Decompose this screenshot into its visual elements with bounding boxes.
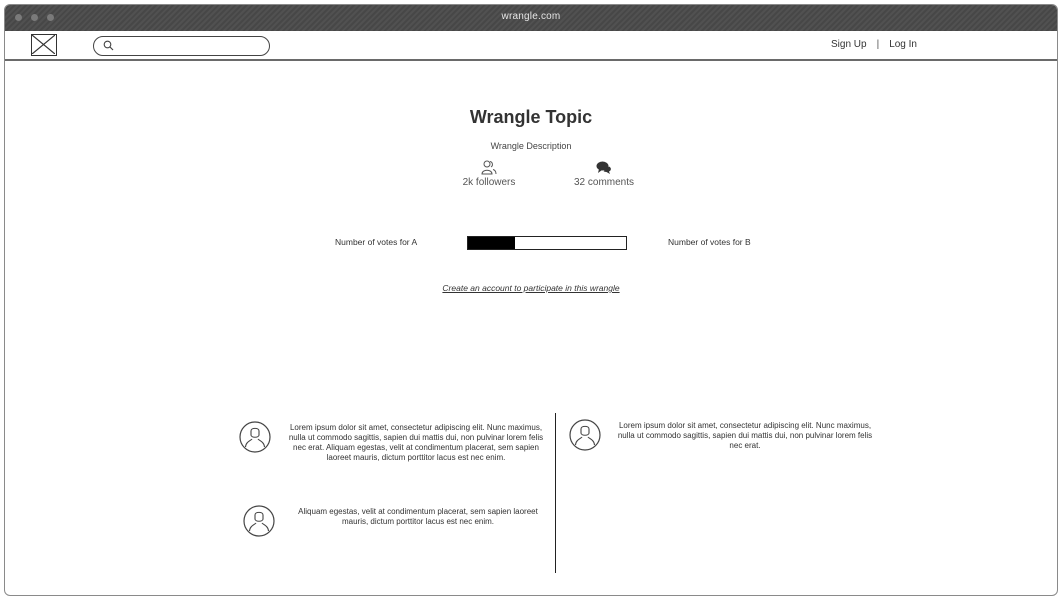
user-avatar-icon[interactable]: [239, 421, 271, 453]
column-divider: [555, 413, 556, 573]
image-placeholder-icon[interactable]: [31, 34, 57, 56]
users-icon: [481, 160, 497, 175]
auth-links: Sign Up | Log In: [831, 39, 917, 50]
comment-text: Lorem ipsum dolor sit amet, consectetur …: [617, 421, 873, 450]
user-avatar-icon[interactable]: [569, 419, 601, 451]
window-url: wrangle.com: [501, 11, 561, 22]
comments-stat[interactable]: 32 comments: [571, 160, 637, 188]
page-title: Wrangle Topic: [469, 107, 593, 127]
followers-count: 2k followers: [462, 177, 516, 188]
top-navbar: Sign Up | Log In: [5, 31, 1057, 61]
title-bar: wrangle.com: [5, 5, 1057, 31]
comment-text: Lorem ipsum dolor sit amet, consectetur …: [288, 423, 544, 462]
comment-text: Aliquam egestas, velit at condimentum pl…: [298, 507, 538, 526]
votes-b-label: Number of votes for B: [668, 237, 751, 247]
search-input[interactable]: [93, 36, 270, 56]
create-account-link[interactable]: Create an account to participate in this…: [5, 283, 1057, 293]
nav-separator: |: [876, 39, 880, 50]
votes-a-label: Number of votes for A: [335, 237, 418, 247]
sign-up-link[interactable]: Sign Up: [831, 39, 867, 50]
comments-count: 32 comments: [573, 177, 635, 188]
vote-a-fill: [468, 237, 516, 249]
logo-placeholder-graphic: [31, 34, 56, 55]
search-icon: [103, 40, 114, 51]
user-avatar-icon[interactable]: [243, 505, 275, 537]
vote-progress-bar: [467, 236, 627, 250]
browser-window: wrangle.com Sign Up | Log In Wrangle Top…: [4, 4, 1058, 596]
log-in-link[interactable]: Log In: [889, 39, 917, 50]
topic-description: Wrangle Description: [490, 141, 572, 151]
comments-icon: [596, 161, 611, 174]
followers-stat[interactable]: 2k followers: [461, 160, 517, 188]
